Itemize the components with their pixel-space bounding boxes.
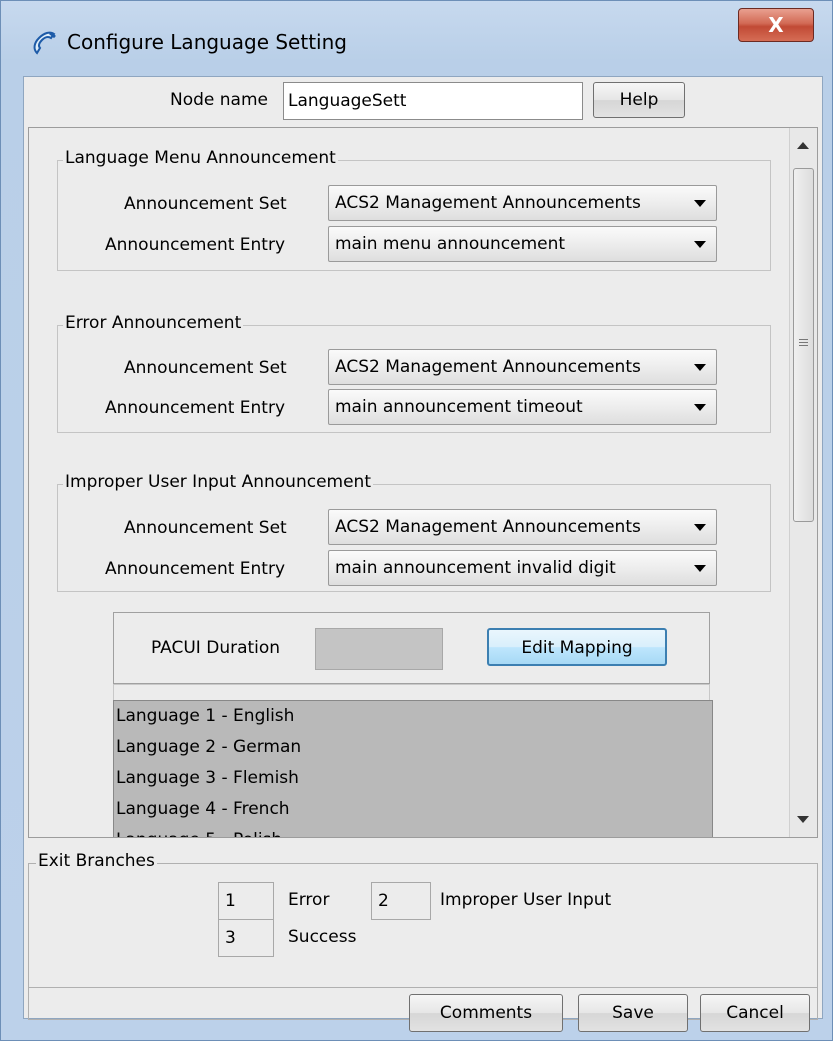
error-announcement-entry-select[interactable]: main announcement timeout [328,389,717,425]
pacui-duration-label: PACUI Duration [151,638,281,658]
node-name-input[interactable]: LanguageSett [283,82,583,120]
improper-input-announcement-set-select[interactable]: ACS2 Management Announcements [328,509,717,545]
exit-branch-number: 1 [218,882,274,920]
pacui-duration-field[interactable] [315,628,443,670]
title-bar[interactable]: Configure Language Setting X [1,1,833,81]
language-list[interactable]: Language 1 - English Language 2 - German… [113,700,713,837]
language-menu-announcement-set-select[interactable]: ACS2 Management Announcements [328,185,717,221]
select-value: ACS2 Management Announcements [335,193,641,213]
grip-line [799,339,808,340]
window-title: Configure Language Setting [67,30,347,54]
group-title-error: Error Announcement [63,313,244,333]
scroll-down-icon[interactable] [797,816,809,823]
exit-branch-label: Success [288,927,357,947]
comments-button[interactable]: Comments [409,994,563,1032]
select-value: main menu announcement [335,234,566,254]
exit-branch-number: 2 [371,882,431,920]
exit-branch-label: Error [288,890,330,910]
announcement-entry-label: Announcement Entry [105,398,286,418]
exit-branch-label: Improper User Input [440,890,612,910]
scrollbar-thumb[interactable] [793,168,814,522]
announcement-set-label: Announcement Set [124,194,287,214]
select-value: main announcement invalid digit [335,558,616,578]
list-item[interactable]: Language 1 - English [114,701,712,732]
dialog-window: Configure Language Setting X Node name L… [0,0,833,1041]
select-value: ACS2 Management Announcements [335,357,641,377]
group-title-language-menu: Language Menu Announcement [63,148,338,168]
select-value: main announcement timeout [335,397,583,417]
phone-handset-icon [33,31,56,55]
chevron-down-icon [694,364,706,371]
language-menu-announcement-entry-select[interactable]: main menu announcement [328,226,717,262]
help-button[interactable]: Help [593,82,685,118]
announcement-set-label: Announcement Set [124,358,287,378]
node-name-label: Node name [170,90,268,110]
group-title-improper-input: Improper User Input Announcement [63,472,373,492]
chevron-down-icon [694,404,706,411]
chevron-down-icon [694,200,706,207]
select-value: ACS2 Management Announcements [335,517,641,537]
scroll-up-icon[interactable] [797,142,809,149]
list-item[interactable]: Language 2 - German [114,732,712,763]
vertical-scrollbar[interactable] [789,128,817,837]
list-item[interactable]: Language 3 - Flemish [114,763,712,794]
client-area: Node name LanguageSett Help Language Men… [23,76,823,1032]
grip-line [799,342,808,343]
improper-input-announcement-entry-select[interactable]: main announcement invalid digit [328,550,717,586]
list-item[interactable]: Language 5 - Polish [114,825,712,837]
exit-branches-title: Exit Branches [36,851,157,871]
announcement-entry-label: Announcement Entry [105,559,286,579]
cancel-button[interactable]: Cancel [700,994,810,1032]
close-button[interactable]: X [738,8,814,42]
save-button[interactable]: Save [578,994,688,1032]
settings-scroll-pane[interactable]: Language Menu Announcement Announcement … [28,127,818,838]
edit-mapping-button[interactable]: Edit Mapping [487,628,667,666]
error-announcement-set-select[interactable]: ACS2 Management Announcements [328,349,717,385]
chevron-down-icon [694,524,706,531]
grip-line [799,345,808,346]
announcement-entry-label: Announcement Entry [105,235,286,255]
exit-branch-number: 3 [218,919,274,957]
list-item[interactable]: Language 4 - French [114,794,712,825]
announcement-set-label: Announcement Set [124,518,287,538]
chevron-down-icon [694,565,706,572]
chevron-down-icon [694,241,706,248]
